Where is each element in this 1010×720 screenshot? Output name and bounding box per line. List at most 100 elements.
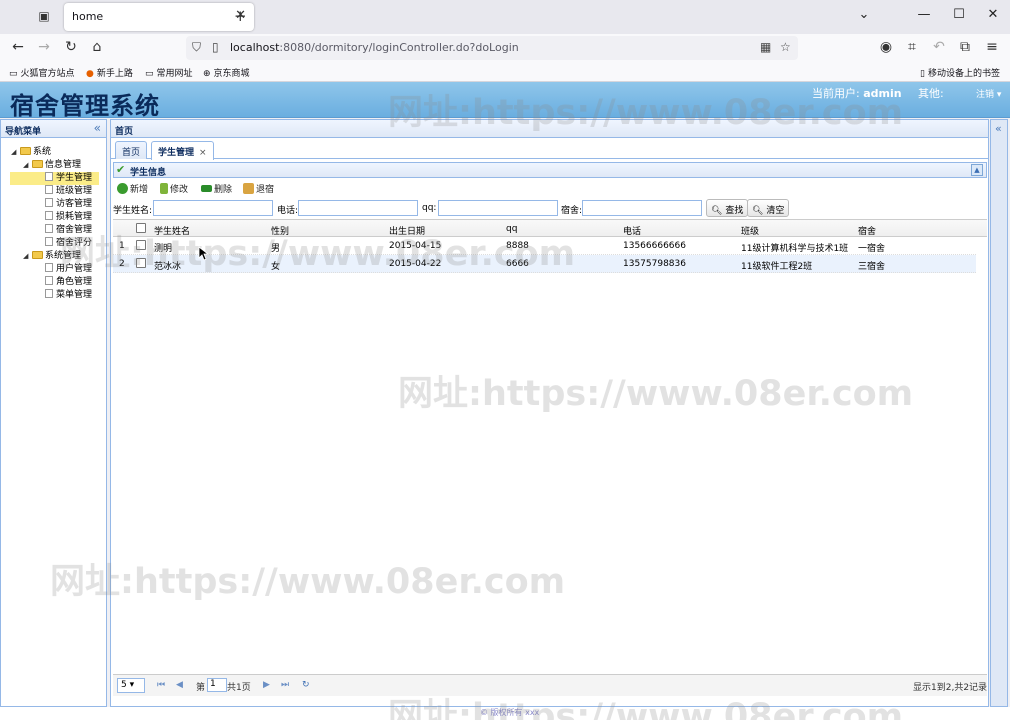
chevron-down-icon[interactable]: ⌄ (854, 7, 874, 22)
phone-input[interactable] (298, 200, 418, 216)
refresh-icon[interactable]: ↻ (302, 680, 310, 690)
tree-root[interactable]: ◢ 系统 (11, 146, 51, 159)
collapse-icon[interactable]: « (94, 121, 101, 135)
prev-page-icon[interactable]: ◀ (176, 680, 183, 690)
add-button[interactable]: 新增 (117, 182, 148, 195)
file-icon (45, 185, 53, 194)
first-page-icon[interactable]: ⏮ (157, 680, 165, 690)
sidebar-item-student[interactable]: 学生管理 (10, 172, 99, 185)
collapse-panel-icon[interactable]: ▲ (971, 164, 983, 176)
sidebar-item-damage[interactable]: 损耗管理 (45, 211, 92, 224)
url-bar[interactable]: ⛉ ▯ localhost:8080/dormitory/loginContro… (186, 36, 798, 60)
bookmark-star-icon[interactable]: ☆ (780, 40, 791, 54)
folder-icon (32, 251, 43, 259)
qr-code-icon[interactable]: ▦ (760, 40, 771, 54)
sidebar-item-score[interactable]: 宿舍评分 (45, 237, 92, 250)
sidebar-item-visitor[interactable]: 访客管理 (45, 198, 92, 211)
col-dorm[interactable]: 宿舍 (858, 224, 876, 237)
tab-home[interactable]: 首页 (115, 141, 148, 159)
bookmark-item[interactable]: ▭ 常用网址 (145, 66, 193, 79)
account-icon[interactable]: ◉ (877, 39, 895, 55)
next-page-icon[interactable]: ▶ (263, 680, 270, 690)
delete-button[interactable]: 删除 (201, 182, 232, 195)
bookmark-item[interactable]: ⊕ 京东商城 (203, 66, 250, 79)
table-row[interactable]: 2 范冰冰 女 2015-04-22 6666 13575798836 11级软… (113, 255, 976, 273)
sidebar-item-menu[interactable]: 菜单管理 (45, 289, 92, 302)
search-form: 学生姓名: 电话: qq: 宿舍: 🔍︎ 查找 🔍︎ 清空 (113, 199, 983, 218)
select-all-checkbox[interactable] (136, 223, 146, 233)
expand-icon[interactable]: ◢ (23, 250, 32, 263)
page-icon: ▯ (212, 40, 219, 54)
clear-button[interactable]: 🔍︎ 清空 (747, 199, 790, 217)
qq-label: qq: (422, 203, 437, 213)
logout-link[interactable]: 注销 ▾ (976, 87, 1001, 100)
home-button[interactable]: ⌂ (88, 39, 106, 55)
last-page-icon[interactable]: ⏭ (281, 680, 289, 690)
col-name[interactable]: 学生姓名 (154, 224, 190, 237)
name-input[interactable] (153, 200, 273, 216)
undo-icon[interactable]: ↶ (930, 39, 948, 55)
tree-group-info[interactable]: ◢ 信息管理 (23, 159, 81, 172)
file-icon (45, 237, 53, 246)
sidebar-item-role[interactable]: 角色管理 (45, 276, 92, 289)
checkout-button[interactable]: 退宿 (243, 182, 274, 195)
menu-icon[interactable]: ≡ (983, 39, 1001, 55)
sidebar-item-dorm[interactable]: 宿舍管理 (45, 224, 92, 237)
tab-list-icon[interactable]: ▣ (36, 9, 52, 25)
file-icon (45, 276, 53, 285)
new-tab-button[interactable]: + (234, 7, 247, 25)
sidebar-title: 导航菜单 (5, 127, 42, 137)
qq-input[interactable] (438, 200, 558, 216)
expand-icon[interactable]: ◢ (23, 159, 32, 172)
forward-button[interactable]: → (35, 39, 53, 55)
panel-title-bar: ✔ 学生信息 ▲ (113, 162, 987, 178)
bookmark-label: 京东商城 (213, 69, 250, 79)
tab-student[interactable]: 学生管理 × (151, 141, 214, 160)
col-class[interactable]: 班级 (741, 224, 759, 237)
url-text[interactable]: localhost:8080/dormitory/loginController… (230, 41, 519, 54)
sidebar-item-class[interactable]: 班级管理 (45, 185, 92, 198)
tree-group-system[interactable]: ◢ 系统管理 (23, 250, 81, 263)
mobile-bookmarks[interactable]: ▯ 移动设备上的书签 (920, 66, 1000, 79)
theme-label: 其他: (918, 87, 944, 100)
bookmark-item[interactable]: ▭ 火狐官方站点 (9, 66, 75, 79)
col-sex[interactable]: 性别 (271, 224, 289, 237)
main-title: 首页 (115, 127, 134, 137)
col-phone[interactable]: 电话 (623, 224, 641, 237)
main-header: 首页 (111, 120, 988, 138)
page-input[interactable]: 1 (207, 678, 227, 692)
browser-tab-bar: ▣ home ✕ + ⌄ — ☐ ✕ (0, 0, 1010, 34)
sidebar-item-user[interactable]: 用户管理 (45, 263, 92, 276)
shield-icon[interactable]: ⛉ (192, 40, 201, 55)
row-checkbox[interactable] (136, 240, 146, 250)
row-checkbox[interactable] (136, 258, 146, 268)
table-row[interactable]: 1 测明 男 2015-04-15 8888 13566666666 11级计算… (113, 237, 976, 255)
minimize-button[interactable]: — (914, 7, 934, 22)
browser-tab[interactable]: home ✕ (64, 3, 254, 31)
tree-label: 班级管理 (56, 186, 93, 196)
col-qq[interactable]: qq (506, 224, 517, 234)
reload-button[interactable]: ↻ (62, 39, 80, 55)
expand-icon[interactable]: ◢ (11, 146, 20, 159)
folder-icon: ▭ (9, 69, 18, 79)
close-icon[interactable]: × (199, 148, 207, 158)
back-button[interactable]: ← (9, 39, 27, 55)
edit-button[interactable]: 修改 (160, 182, 188, 195)
file-icon (45, 211, 53, 220)
bookmark-item[interactable]: ● 新手上路 (86, 66, 133, 79)
sidebar-header: 导航菜单 « (1, 120, 106, 138)
search-button[interactable]: 🔍︎ 查找 (706, 199, 749, 217)
dorm-input[interactable] (582, 200, 702, 216)
page-size-select[interactable]: 5 ▾ (117, 678, 145, 693)
file-icon (45, 263, 53, 272)
delete-label: 删除 (214, 185, 233, 195)
maximize-button[interactable]: ☐ (949, 7, 969, 22)
screenshot-icon[interactable]: ⌗ (903, 39, 921, 55)
right-collapsed-panel[interactable]: « (990, 119, 1008, 707)
window-close-button[interactable]: ✕ (983, 7, 1003, 22)
footer: © 版权所有 xxx (0, 707, 1010, 720)
panel-title: 学生信息 (130, 168, 167, 178)
col-birth[interactable]: 出生日期 (389, 224, 425, 237)
expand-icon[interactable]: « (995, 122, 1002, 135)
extensions-icon[interactable]: ⧉ (956, 39, 974, 55)
